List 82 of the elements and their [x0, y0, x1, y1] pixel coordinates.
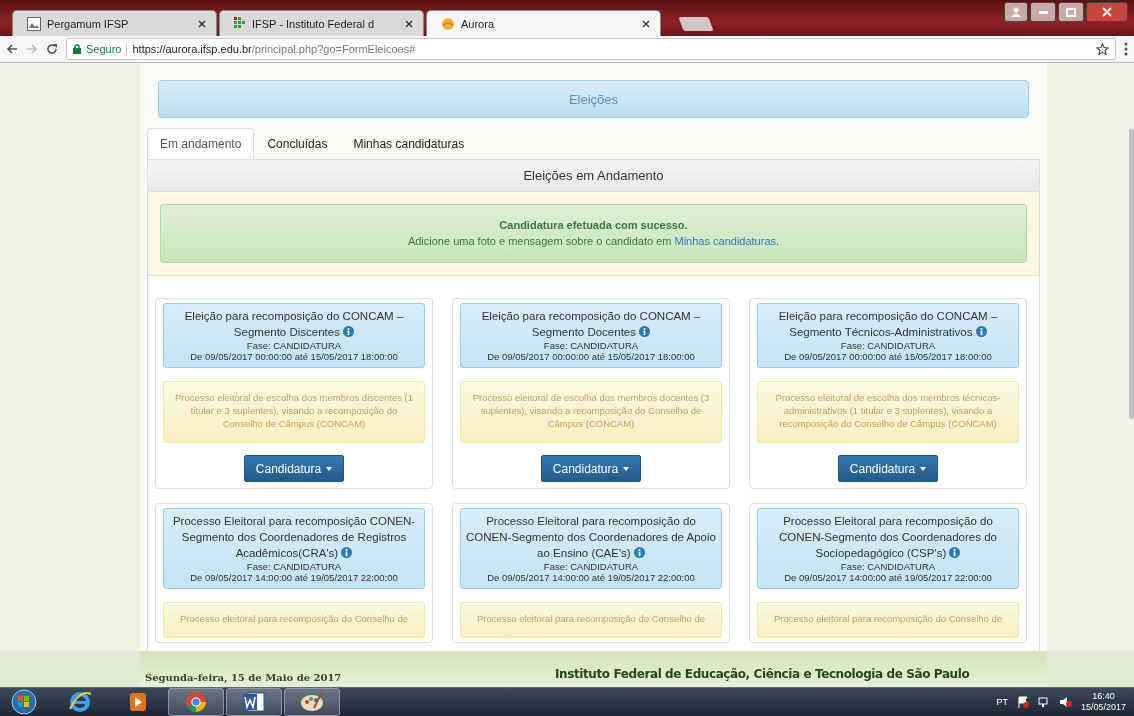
user-icon[interactable]	[1004, 2, 1028, 22]
info-icon[interactable]	[949, 547, 961, 558]
close-icon[interactable]	[642, 19, 650, 28]
candidacy-dropdown-button[interactable]: Candidatura	[243, 455, 345, 482]
section-tab[interactable]: Minhas candidaturas	[340, 128, 478, 159]
close-icon[interactable]	[1086, 2, 1128, 22]
election-title: Processo Eleitoral para recomposição CONEN-Segmento dos Coordenadores de Registros Acadêmicos(CRA's)	[171, 514, 417, 561]
election-period: De 09/05/2017 00:00:00 até 15/05/2017 18:00:00	[783, 351, 993, 362]
taskbar-button[interactable]	[226, 688, 282, 716]
election-description: Processo eleitoral de escolha dos membros discentes (1 titular e 3 suplentes), visando a recomposição do Conselho de Câmpus (CONCAM)	[163, 381, 425, 443]
grid-logo-icon	[234, 16, 246, 31]
election-phase: Fase: CANDIDATURA	[542, 561, 640, 572]
star-icon[interactable]	[1096, 42, 1109, 56]
browser-tab[interactable]: IFSP - Instituto Federal d	[219, 10, 424, 36]
section-tab[interactable]: Concluídas	[254, 128, 341, 159]
election-description: Processo eleitoral para recomposição do Conselho de	[757, 602, 1019, 638]
close-icon[interactable]	[405, 19, 413, 28]
flag-icon[interactable]	[1016, 696, 1029, 708]
system-clock[interactable]: 16:40 15/05/2017	[1080, 691, 1126, 713]
current-date: Segunda-feira, 15 de Maio de 2017	[145, 672, 343, 683]
page-title: Eleições	[568, 91, 619, 107]
picture-icon	[27, 16, 41, 31]
panel-heading: Eleições em Andamento	[148, 160, 1039, 192]
close-icon[interactable]	[198, 19, 206, 28]
network-icon[interactable]	[1037, 696, 1050, 708]
minimize-icon[interactable]	[1030, 2, 1056, 22]
institution-name: Instituto Federal de Educação, Ciência e Tecnologia de São Paulo	[555, 667, 970, 681]
new-tab-button[interactable]	[678, 17, 714, 31]
info-icon[interactable]	[639, 326, 651, 337]
election-period: De 09/05/2017 00:00:00 até 15/05/2017 18:00:00	[486, 351, 696, 362]
election-title: Eleição para recomposição do CONCAM – Segmento Docentes	[480, 309, 702, 340]
reload-icon[interactable]	[46, 43, 58, 55]
play-icon[interactable]	[129, 692, 147, 712]
election-period: De 09/05/2017 14:00:00 até 19/05/2017 22:00:00	[783, 572, 993, 583]
browser-tab[interactable]: Aurora	[426, 10, 661, 36]
info-icon[interactable]	[341, 547, 353, 558]
document-w-icon[interactable]	[242, 691, 266, 713]
scrollbar-thumb[interactable]	[1129, 129, 1134, 419]
language-indicator[interactable]: PT	[996, 697, 1008, 707]
election-title: Processo Eleitoral para recomposição do CONEN-Segmento dos Coordenadores do Sociopedagógico (CSP's)	[778, 514, 998, 561]
election-period: De 09/05/2017 00:00:00 até 15/05/2017 18:00:00	[189, 351, 399, 362]
security-label: Seguro	[86, 43, 122, 55]
maximize-icon[interactable]	[1058, 2, 1084, 22]
election-phase: Fase: CANDIDATURA	[245, 561, 343, 572]
info-icon[interactable]	[975, 326, 987, 337]
taskbar-button[interactable]	[284, 688, 340, 716]
palette-icon[interactable]	[300, 691, 324, 713]
info-icon[interactable]	[633, 547, 645, 558]
election-period: De 09/05/2017 14:00:00 até 19/05/2017 22:00:00	[486, 572, 696, 583]
election-description: Processo eleitoral de escolha dos membros técnicos-administrativos (1 titular e 3 suplentes), visando a recomposição do Conselho de Câmpus (CONCAM)	[757, 381, 1019, 443]
browser-e-icon[interactable]	[68, 691, 92, 713]
back-arrow-icon[interactable]	[6, 43, 18, 55]
election-phase: Fase: CANDIDATURA	[245, 340, 343, 351]
caret-icon	[326, 466, 333, 471]
section-tab[interactable]: Em andamento	[147, 128, 255, 159]
election-description: Processo eleitoral de escolha dos membros docentes (3 suplentes), visando a recomposição do Conselho de Câmpus (CONCAM)	[460, 381, 722, 443]
address-field[interactable]: Seguro https://aurora.ifsp.edu.br/principal.php?go=FormEleicoes#	[66, 38, 1116, 60]
election-title: Eleição para recomposição do CONCAM – Segmento Técnicos-Administrativos	[777, 309, 999, 340]
info-icon[interactable]	[343, 326, 355, 337]
alert-title: Candidatura efetuada com sucesso.	[498, 218, 689, 233]
browser-tab[interactable]: Pergamum IFSP	[12, 10, 217, 36]
election-phase: Fase: CANDIDATURA	[542, 340, 640, 351]
candidacy-dropdown-button[interactable]: Candidatura	[540, 455, 642, 482]
election-title: Processo Eleitoral para recomposição do CONEN-Segmento dos Coordenadores de Apoio ao Ensino (CAE's)	[465, 514, 717, 561]
alert-message: Adicione uma foto e mensagem sobre o candidato em Minhas candidaturas.	[406, 234, 781, 249]
caret-icon	[623, 466, 630, 471]
caret-icon	[920, 466, 927, 471]
lock-icon	[73, 44, 81, 54]
election-period: De 09/05/2017 14:00:00 até 19/05/2017 22:00:00	[189, 572, 399, 583]
candidacy-dropdown-button[interactable]: Candidatura	[837, 455, 939, 482]
sun-logo-icon	[441, 16, 455, 31]
election-title: Eleição para recomposição do CONCAM – Segmento Discentes	[183, 309, 405, 340]
election-phase: Fase: CANDIDATURA	[839, 561, 937, 572]
chrome-icon[interactable]	[185, 691, 207, 713]
menu-icon[interactable]	[1124, 42, 1128, 56]
election-description: Processo eleitoral para recomposição do Conselho de	[163, 602, 425, 638]
election-phase: Fase: CANDIDATURA	[839, 340, 937, 351]
muted-speaker-icon[interactable]	[1058, 696, 1072, 708]
start-button[interactable]	[10, 689, 38, 715]
election-description: Processo eleitoral para recomposição do Conselho de	[460, 602, 722, 638]
taskbar-button[interactable]	[168, 688, 224, 716]
url-text: https://aurora.ifsp.edu.br/principal.php?go=FormEleicoes#	[132, 43, 416, 55]
